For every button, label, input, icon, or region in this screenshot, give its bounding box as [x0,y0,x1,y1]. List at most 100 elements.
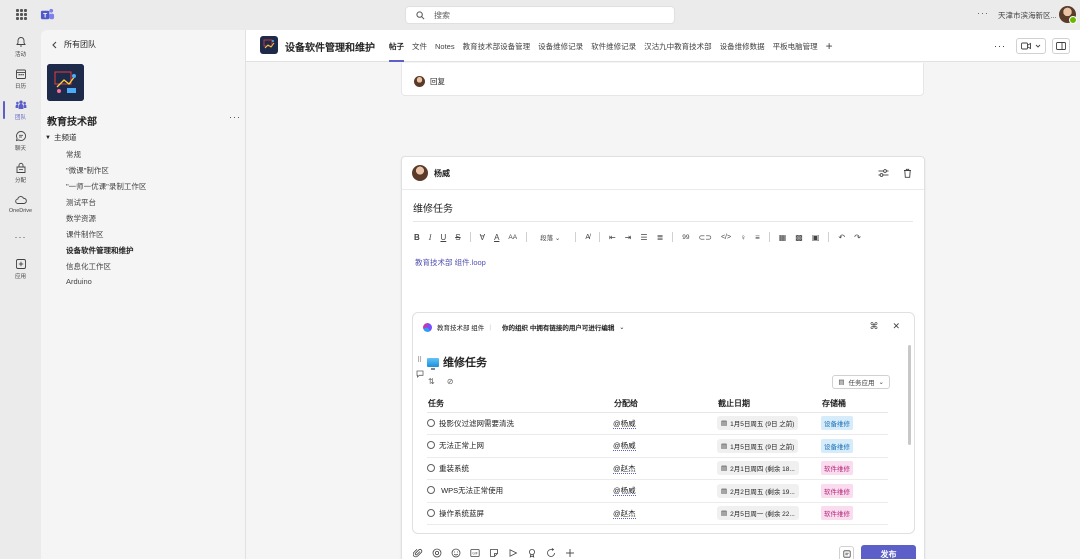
channel-more-button[interactable]: ··· [994,41,1006,51]
attach-icon[interactable] [413,548,423,558]
table-icon[interactable]: ▦ [779,233,787,242]
due-cell[interactable]: ▤ 1月5日周五 (9日 之前) [717,434,821,458]
channel-math-resources[interactable]: 数学资源 [66,213,96,224]
tab-school-tech-dept[interactable]: 汉沽九中教育技术部 [644,30,712,62]
horizontal-rule-icon[interactable]: ≡ [755,233,760,242]
rail-item-teams[interactable]: 团队 [0,95,41,125]
due-cell[interactable]: ▤ 2月2日周五 (剩余 19... [717,479,821,503]
channel-arduino[interactable]: Arduino [66,277,92,286]
column-header-assignee[interactable]: 分配给 [613,396,717,413]
close-icon[interactable]: ✕ [892,321,900,332]
delete-icon[interactable] [903,168,912,178]
highlight-icon[interactable]: ∀ [480,233,485,242]
comment-icon[interactable] [416,370,424,380]
paragraph-style-dropdown[interactable]: 段落 ⌄ [540,232,560,242]
loop-icon[interactable] [432,548,442,558]
rail-item-assignments[interactable]: 分配 [0,158,41,188]
channel-recording[interactable]: "一师一优课"录制工作区 [66,181,146,192]
italic-button[interactable]: I [429,233,432,242]
channel-informatization[interactable]: 信息化工作区 [66,261,111,272]
bucket-cell[interactable]: 软件维修 [821,479,888,503]
assignee-cell[interactable]: @杨威 [613,412,717,435]
add-icon[interactable] [565,548,575,558]
rail-item-onedrive[interactable]: OneDrive [0,189,41,219]
refresh-icon[interactable] [546,548,556,558]
link-icon[interactable]: ⊂⊃ [699,233,712,242]
send-video-icon[interactable] [508,548,518,558]
bucket-cell[interactable]: 软件维修 [821,502,888,525]
task-checkbox[interactable] [427,441,435,450]
section-main-channels[interactable]: ▼ 主频道 [45,132,76,143]
task-cell[interactable]: 无法正常上网 [427,434,613,458]
sort-icon[interactable]: ⇅ [428,377,435,386]
bullet-list-icon[interactable]: ☰ [640,233,647,242]
rail-item-more[interactable]: ··· [0,222,41,252]
task-cell[interactable]: 重装系统 [427,457,613,480]
rail-item-calendar[interactable]: 日历 [0,64,41,94]
tab-device-repair-log[interactable]: 设备维修记录 [538,30,583,62]
loop-file-link[interactable]: 教育技术部 组件.loop [415,257,486,268]
bucket-cell[interactable]: 软件维修 [821,457,888,480]
task-checkbox[interactable] [427,486,435,495]
reply-button[interactable]: 回复 [414,76,445,87]
quote-icon[interactable]: 99 [682,234,689,241]
org-name[interactable]: 天津市滨海新区... [998,10,1057,21]
numbered-list-icon[interactable]: ≣ [657,233,664,242]
clear-format-icon[interactable]: A̸ [585,234,590,241]
meet-button[interactable] [1016,38,1046,54]
bold-button[interactable]: B [414,233,420,242]
chevron-down-icon[interactable]: ⌄ [619,324,624,331]
bucket-cell[interactable]: 设备维修 [821,434,888,458]
task-app-button[interactable]: ▤ 任务应用 ⌄ [832,375,890,389]
tab-notes[interactable]: Notes [435,30,455,62]
channel-general[interactable]: 常规 [66,149,81,160]
assignee-cell[interactable]: @杨威 [613,479,717,503]
bucket-cell[interactable]: 设备维修 [821,412,888,435]
add-tab-button[interactable]: + [826,30,833,62]
team-more-button[interactable]: ··· [229,112,241,122]
outdent-icon[interactable]: ⇤ [609,233,616,242]
task-cell[interactable]: WPS无法正常使用 [427,479,613,503]
tab-software-repair-log[interactable]: 软件维修记录 [591,30,636,62]
emoji-icon[interactable] [451,548,461,558]
app-launcher-icon[interactable] [16,9,27,20]
task-cell[interactable]: 操作系统蓝屏 [427,502,613,525]
tab-posts[interactable]: 帖子 [389,30,404,62]
font-color-icon[interactable]: A [494,233,499,242]
undo-icon[interactable]: ↶ [838,233,845,242]
post-button[interactable]: 发布 [861,545,916,559]
settings-more-button[interactable]: ··· [977,8,989,18]
code-icon[interactable]: </> [721,234,731,241]
options-sliders-icon[interactable] [878,168,889,178]
back-to-all-teams[interactable]: 所有团队 [51,39,96,50]
task-cell[interactable]: 投影仪过滤网需要清洗 [427,412,613,435]
hide-icon[interactable]: ⊘ [447,377,454,386]
rail-item-activity[interactable]: 活动 [0,32,41,62]
task-checkbox[interactable] [427,463,435,472]
strikethrough-button[interactable]: S [455,233,460,242]
due-cell[interactable]: ▤ 2月1日周四 (剩余 18... [717,457,821,480]
column-header-task[interactable]: 任务 [427,396,613,413]
insert-table-icon[interactable]: ▩ [795,233,803,242]
subject-input[interactable]: 维修任务 [413,200,453,215]
sticker-icon[interactable] [489,548,499,558]
assignee-cell[interactable]: @赵杰 [613,457,717,480]
channel-courseware[interactable]: 课件制作区 [66,229,104,240]
user-avatar[interactable] [1059,6,1077,24]
column-header-bucket[interactable]: 存储桶 [821,396,888,413]
gif-icon[interactable]: GIF [470,548,480,558]
column-header-due[interactable]: 截止日期 [717,396,821,413]
font-size-button[interactable]: AA [508,234,517,241]
share-icon[interactable]: ⌘ [869,321,878,332]
assignee-cell[interactable]: @杨威 [613,434,717,458]
channel-microlesson[interactable]: "微课"制作区 [66,165,109,176]
due-cell[interactable]: ▤ 1月5日周五 (9日 之前) [717,412,821,435]
channel-device-software[interactable]: 设备软件管理和维护 [66,245,134,256]
search-input[interactable]: 搜索 [405,6,675,24]
task-checkbox[interactable] [427,508,435,517]
tab-device-repair-data[interactable]: 设备维修数据 [720,30,765,62]
tab-tablet-management[interactable]: 平板电脑管理 [773,30,818,62]
indent-icon[interactable]: ⇥ [625,233,632,242]
schedule-button[interactable] [839,546,854,559]
loop-sharing-status[interactable]: 你的组织 中拥有链接的用户可进行编辑 [502,322,614,332]
